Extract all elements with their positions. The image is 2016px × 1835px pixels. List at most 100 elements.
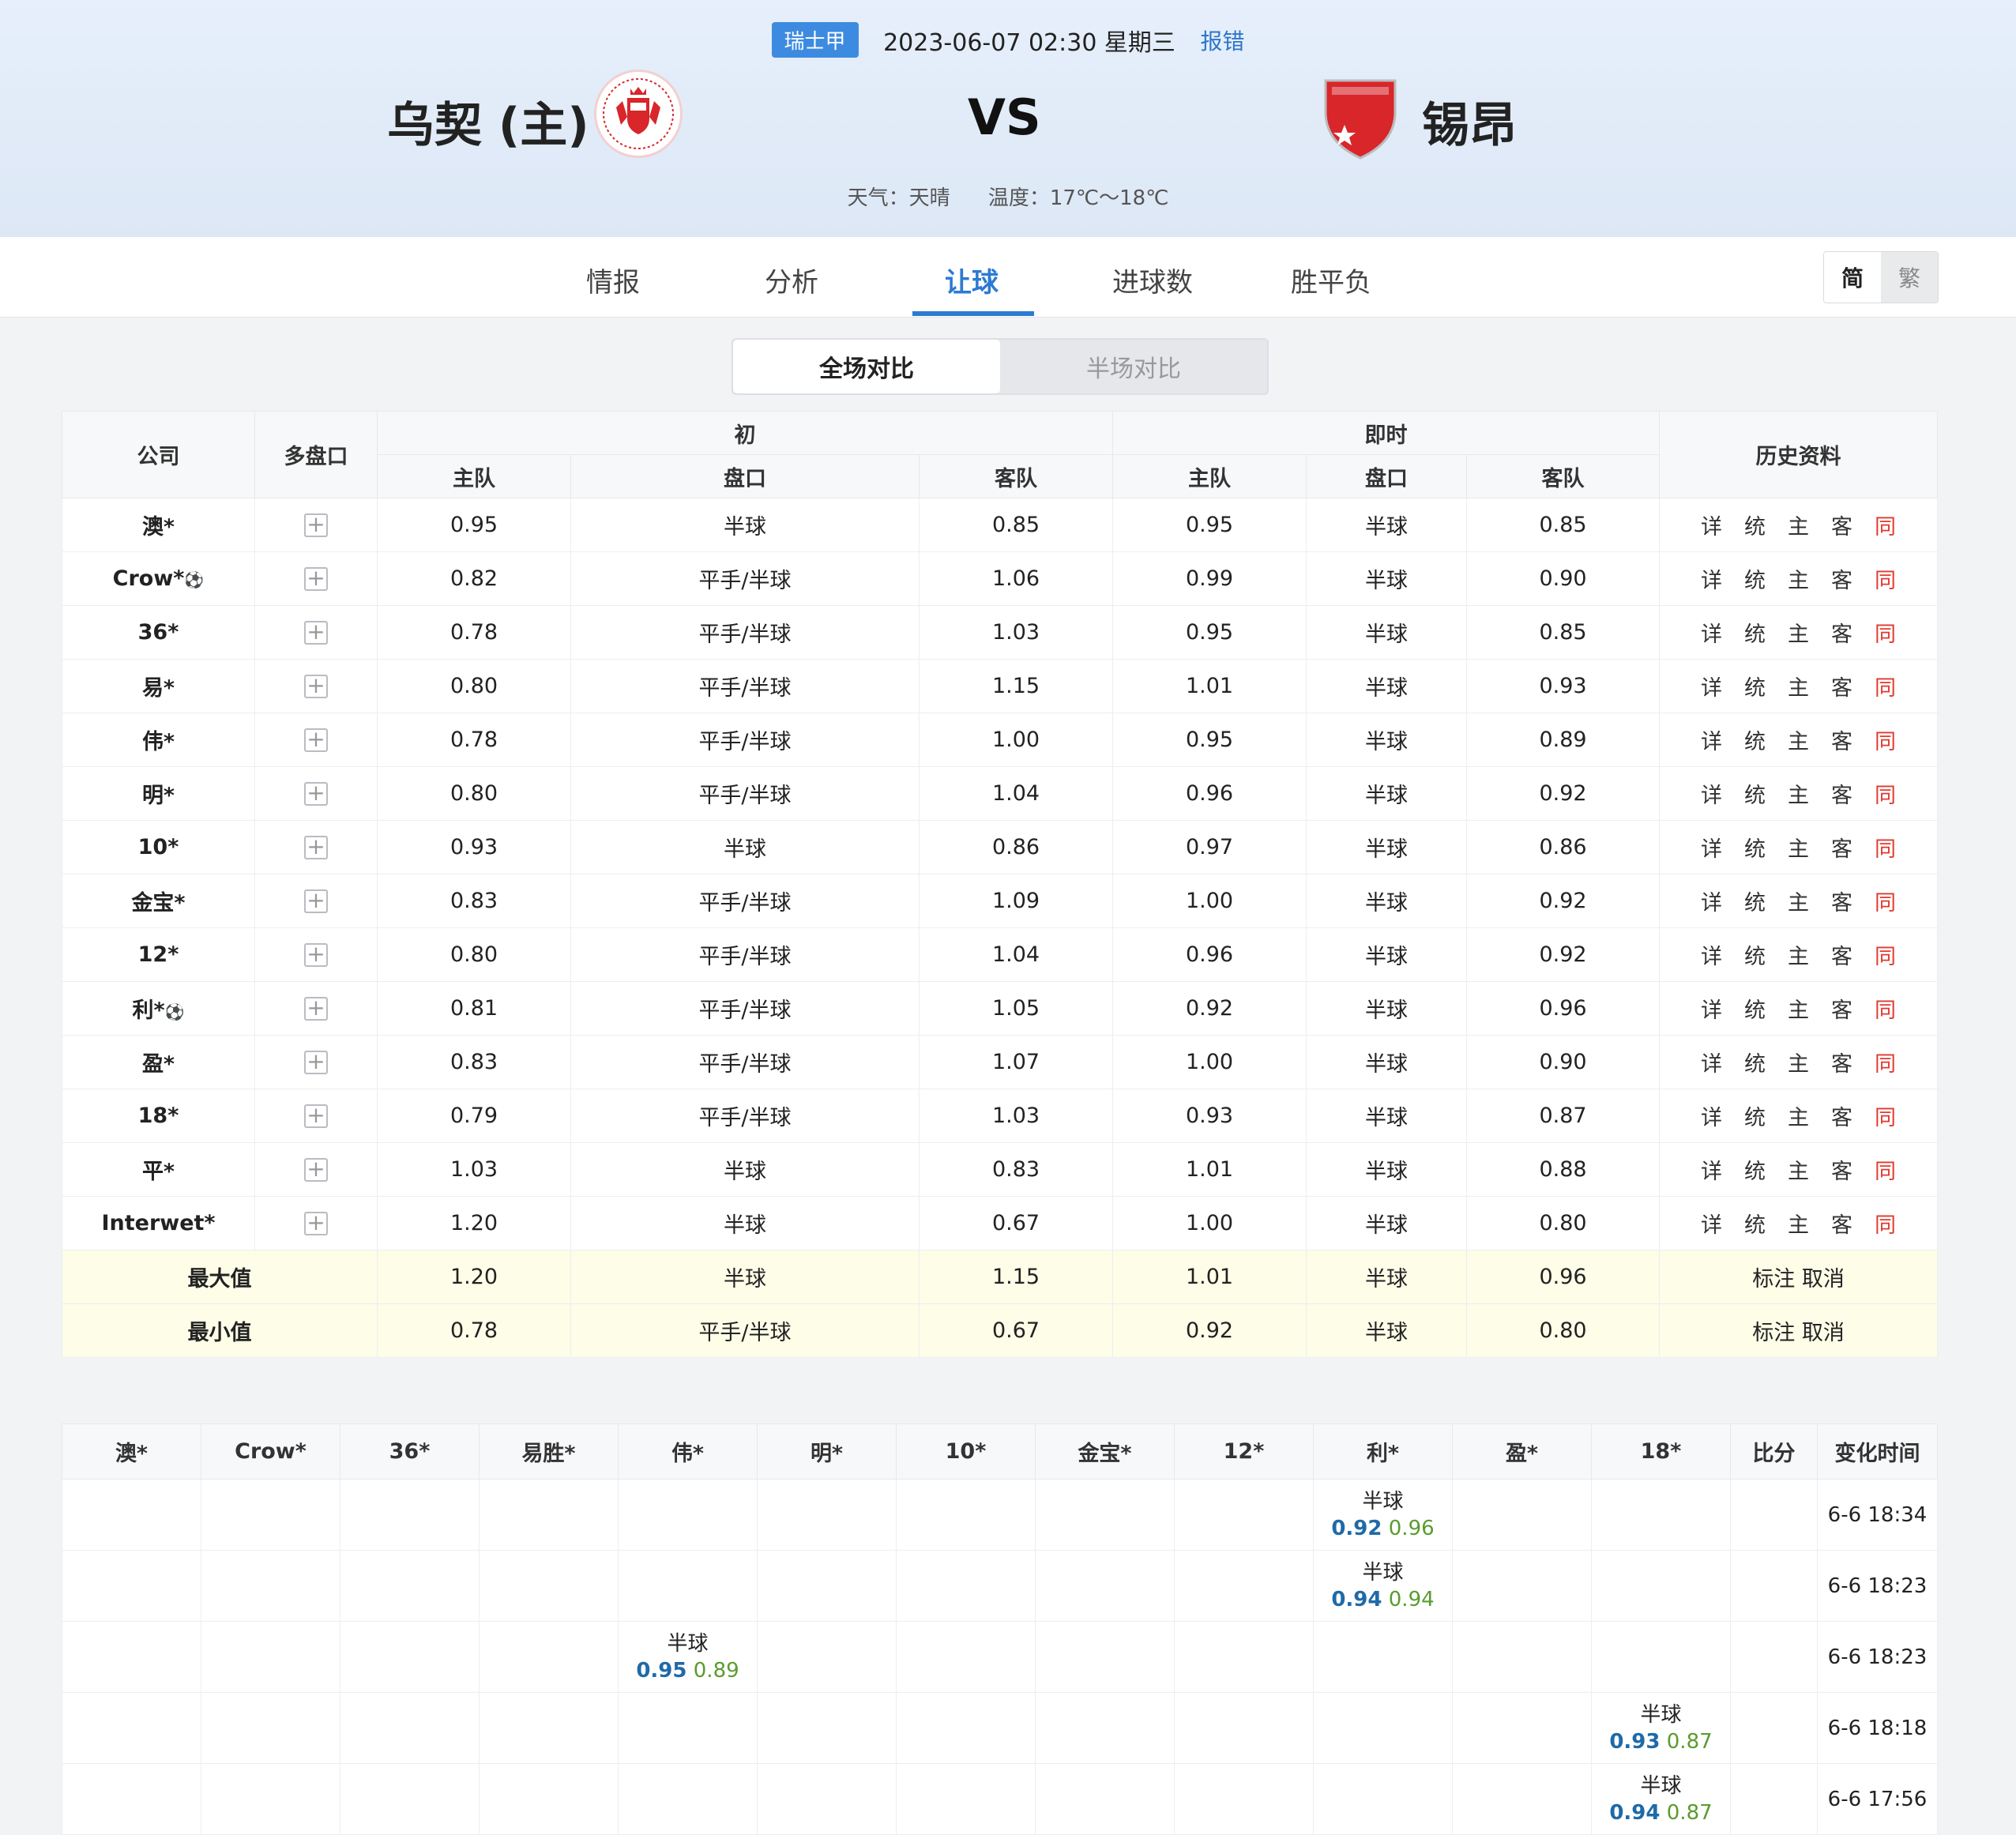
history-detail-link[interactable]: 详 xyxy=(1701,617,1722,648)
company-name[interactable]: 12* xyxy=(62,927,255,982)
expand-plus-icon[interactable]: + xyxy=(304,997,328,1021)
history-detail-link[interactable]: 详 xyxy=(1701,886,1722,916)
company-name[interactable]: 易* xyxy=(62,659,255,713)
tab-1x2[interactable]: 胜平负 xyxy=(1291,261,1371,299)
history-stats-link[interactable]: 统 xyxy=(1744,886,1766,916)
expand-plus-icon[interactable]: + xyxy=(304,1212,328,1235)
lang-simplified[interactable]: 简 xyxy=(1824,252,1881,303)
tab-analysis[interactable]: 分析 xyxy=(765,261,818,299)
expand-plus-icon[interactable]: + xyxy=(304,782,328,806)
history-home-link[interactable]: 主 xyxy=(1788,671,1809,701)
history-detail-link[interactable]: 详 xyxy=(1701,510,1722,540)
history-stats-link[interactable]: 统 xyxy=(1744,1047,1766,1077)
history-same-link[interactable]: 同 xyxy=(1875,671,1896,701)
history-stats-link[interactable]: 统 xyxy=(1744,563,1766,594)
company-name[interactable]: 利*⚽ xyxy=(62,981,255,1036)
away-team-logo-icon[interactable] xyxy=(1321,73,1400,161)
history-detail-link[interactable]: 详 xyxy=(1701,939,1722,970)
history-home-link[interactable]: 主 xyxy=(1788,832,1809,863)
history-away-link[interactable]: 客 xyxy=(1831,993,1852,1024)
company-name[interactable]: Interwet* xyxy=(62,1196,255,1250)
company-name[interactable]: 伟* xyxy=(62,713,255,767)
segment-full[interactable]: 全场对比 xyxy=(733,340,1000,393)
expand-plus-icon[interactable]: + xyxy=(304,728,328,752)
company-name[interactable]: 36* xyxy=(62,605,255,660)
history-same-link[interactable]: 同 xyxy=(1875,1154,1896,1185)
expand-plus-icon[interactable]: + xyxy=(304,1158,328,1182)
expand-plus-icon[interactable]: + xyxy=(304,889,328,913)
history-away-link[interactable]: 客 xyxy=(1831,671,1852,701)
home-team-name[interactable]: 乌契 (主) xyxy=(387,87,589,156)
history-detail-link[interactable]: 详 xyxy=(1701,832,1722,863)
history-same-link[interactable]: 同 xyxy=(1875,1208,1896,1239)
history-detail-link[interactable]: 详 xyxy=(1701,993,1722,1024)
cancel-link[interactable]: 取消 xyxy=(1802,1267,1845,1292)
expand-plus-icon[interactable]: + xyxy=(304,513,328,537)
history-same-link[interactable]: 同 xyxy=(1875,724,1896,755)
history-detail-link[interactable]: 详 xyxy=(1701,724,1722,755)
history-home-link[interactable]: 主 xyxy=(1788,939,1809,970)
history-stats-link[interactable]: 统 xyxy=(1744,671,1766,701)
history-home-link[interactable]: 主 xyxy=(1788,886,1809,916)
history-away-link[interactable]: 客 xyxy=(1831,1154,1852,1185)
history-detail-link[interactable]: 详 xyxy=(1701,1154,1722,1185)
history-stats-link[interactable]: 统 xyxy=(1744,778,1766,809)
expand-plus-icon[interactable]: + xyxy=(304,943,328,967)
history-detail-link[interactable]: 详 xyxy=(1701,778,1722,809)
history-away-link[interactable]: 客 xyxy=(1831,832,1852,863)
expand-plus-icon[interactable]: + xyxy=(304,675,328,698)
mark-link[interactable]: 标注 xyxy=(1752,1267,1795,1292)
history-home-link[interactable]: 主 xyxy=(1788,1047,1809,1077)
history-detail-link[interactable]: 详 xyxy=(1701,1208,1722,1239)
company-name[interactable]: 澳* xyxy=(62,498,255,552)
history-home-link[interactable]: 主 xyxy=(1788,1154,1809,1185)
history-stats-link[interactable]: 统 xyxy=(1744,1100,1766,1131)
history-stats-link[interactable]: 统 xyxy=(1744,724,1766,755)
expand-plus-icon[interactable]: + xyxy=(304,567,328,591)
cancel-link[interactable]: 取消 xyxy=(1802,1321,1845,1345)
history-detail-link[interactable]: 详 xyxy=(1701,1047,1722,1077)
company-name[interactable]: 10* xyxy=(62,820,255,874)
history-same-link[interactable]: 同 xyxy=(1875,1047,1896,1077)
history-same-link[interactable]: 同 xyxy=(1875,832,1896,863)
segment-half[interactable]: 半场对比 xyxy=(1000,340,1267,393)
history-detail-link[interactable]: 详 xyxy=(1701,671,1722,701)
history-stats-link[interactable]: 统 xyxy=(1744,832,1766,863)
company-name[interactable]: 金宝* xyxy=(62,874,255,928)
mark-link[interactable]: 标注 xyxy=(1752,1321,1795,1345)
history-home-link[interactable]: 主 xyxy=(1788,563,1809,594)
company-name[interactable]: 18* xyxy=(62,1089,255,1143)
history-same-link[interactable]: 同 xyxy=(1875,510,1896,540)
history-home-link[interactable]: 主 xyxy=(1788,1208,1809,1239)
history-away-link[interactable]: 客 xyxy=(1831,617,1852,648)
history-away-link[interactable]: 客 xyxy=(1831,510,1852,540)
history-away-link[interactable]: 客 xyxy=(1831,778,1852,809)
history-home-link[interactable]: 主 xyxy=(1788,778,1809,809)
history-home-link[interactable]: 主 xyxy=(1788,510,1809,540)
lang-traditional[interactable]: 繁 xyxy=(1881,252,1938,303)
history-away-link[interactable]: 客 xyxy=(1831,1047,1852,1077)
history-away-link[interactable]: 客 xyxy=(1831,563,1852,594)
history-away-link[interactable]: 客 xyxy=(1831,724,1852,755)
tab-intel[interactable]: 情报 xyxy=(586,261,640,299)
expand-plus-icon[interactable]: + xyxy=(304,621,328,645)
history-home-link[interactable]: 主 xyxy=(1788,993,1809,1024)
history-stats-link[interactable]: 统 xyxy=(1744,510,1766,540)
history-home-link[interactable]: 主 xyxy=(1788,724,1809,755)
company-name[interactable]: 盈* xyxy=(62,1035,255,1089)
tab-goals[interactable]: 进球数 xyxy=(1112,261,1193,299)
history-stats-link[interactable]: 统 xyxy=(1744,939,1766,970)
history-stats-link[interactable]: 统 xyxy=(1744,1208,1766,1239)
history-away-link[interactable]: 客 xyxy=(1831,1100,1852,1131)
expand-plus-icon[interactable]: + xyxy=(304,1051,328,1074)
report-link[interactable]: 报错 xyxy=(1200,24,1244,56)
history-home-link[interactable]: 主 xyxy=(1788,1100,1809,1131)
history-same-link[interactable]: 同 xyxy=(1875,886,1896,916)
history-same-link[interactable]: 同 xyxy=(1875,939,1896,970)
league-badge[interactable]: 瑞士甲 xyxy=(771,22,859,58)
away-team-name[interactable]: 锡昂 xyxy=(1422,87,1517,156)
history-away-link[interactable]: 客 xyxy=(1831,1208,1852,1239)
history-away-link[interactable]: 客 xyxy=(1831,886,1852,916)
history-stats-link[interactable]: 统 xyxy=(1744,993,1766,1024)
expand-plus-icon[interactable]: + xyxy=(304,836,328,859)
